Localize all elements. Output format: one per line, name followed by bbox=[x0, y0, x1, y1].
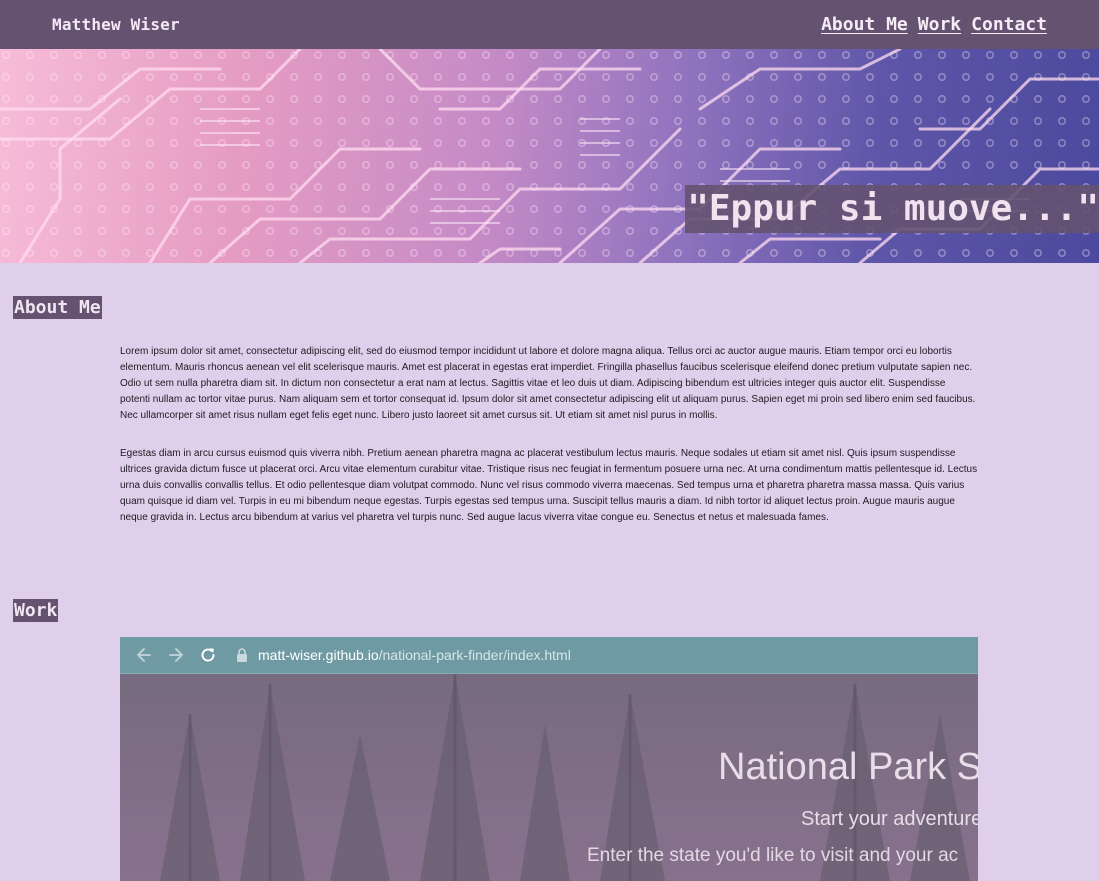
lock-icon bbox=[237, 648, 247, 662]
project-preview: National Park S Start your adventure Ent… bbox=[120, 674, 978, 881]
site-brand[interactable]: Matthew Wiser bbox=[52, 15, 180, 34]
browser-toolbar: matt-wiser.github.io/national-park-finde… bbox=[120, 637, 978, 674]
hero-quote: "Eppur si muove..." bbox=[685, 185, 1099, 233]
preview-description: Enter the state you'd like to visit and … bbox=[587, 845, 959, 866]
about-me-heading: About Me bbox=[13, 296, 102, 319]
about-me-text: Lorem ipsum dolor sit amet, consectetur … bbox=[120, 344, 978, 548]
preview-title: National Park S bbox=[718, 746, 978, 788]
arrow-left-icon bbox=[134, 645, 154, 665]
reload-icon bbox=[198, 645, 218, 665]
work-project-screenshot[interactable]: matt-wiser.github.io/national-park-finde… bbox=[120, 637, 978, 881]
arrow-right-icon bbox=[166, 645, 186, 665]
address-bar: matt-wiser.github.io/national-park-finde… bbox=[236, 647, 571, 663]
nav-link-work[interactable]: Work bbox=[918, 14, 961, 35]
main-nav: About Me Work Contact bbox=[821, 14, 1047, 35]
site-header: Matthew Wiser About Me Work Contact bbox=[0, 0, 1099, 49]
preview-subtitle: Start your adventure bbox=[801, 808, 978, 830]
about-paragraph-2: Egestas diam in arcu cursus euismod quis… bbox=[120, 448, 978, 523]
about-paragraph-1: Lorem ipsum dolor sit amet, consectetur … bbox=[120, 346, 976, 421]
hero-banner: "Eppur si muove..." bbox=[0, 49, 1099, 263]
work-heading: Work bbox=[13, 599, 59, 622]
url-domain: matt-wiser.github.io bbox=[258, 647, 379, 663]
url-path: /national-park-finder/index.html bbox=[378, 647, 571, 663]
nav-link-contact[interactable]: Contact bbox=[971, 14, 1047, 35]
nav-link-about-me[interactable]: About Me bbox=[821, 14, 908, 35]
